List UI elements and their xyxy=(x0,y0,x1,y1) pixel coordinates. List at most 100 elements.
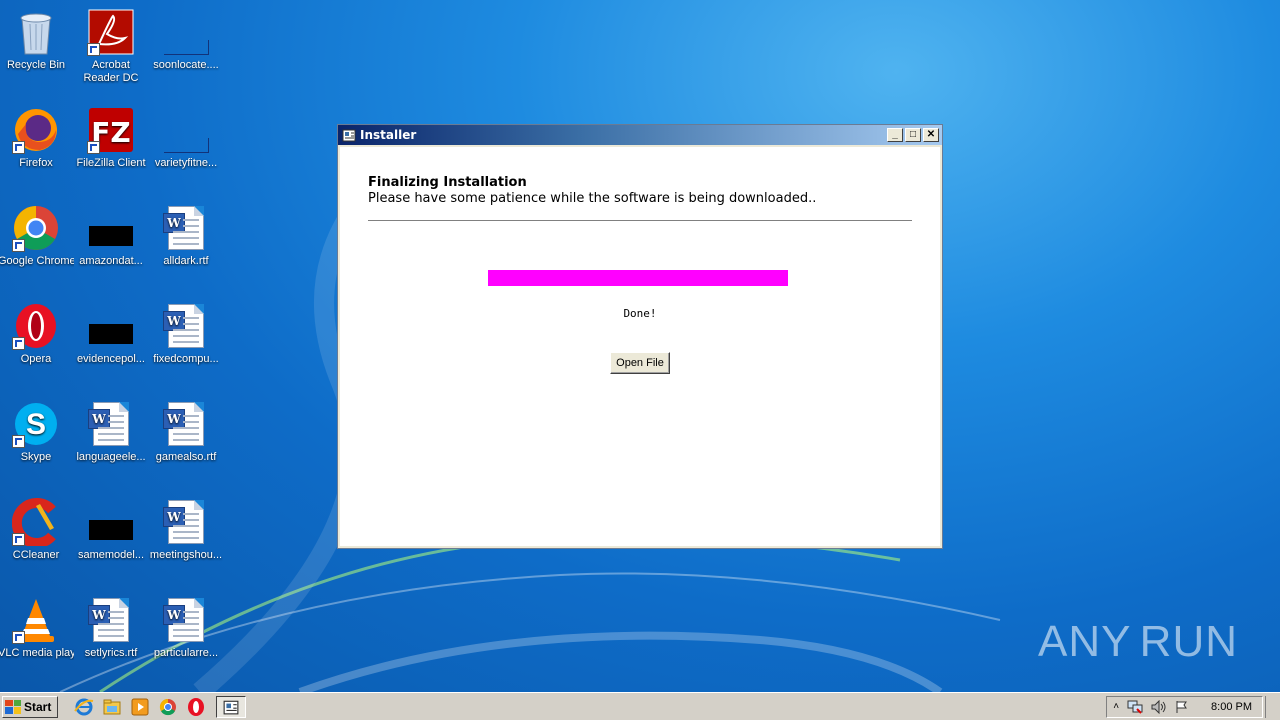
word-document-icon: W xyxy=(163,598,204,642)
desktop-icon-label: samemodel... xyxy=(77,549,145,561)
desktop-icon-label: fixedcompu... xyxy=(153,353,219,365)
desktop-icon-label: CCleaner xyxy=(12,549,60,561)
desktop-icon-label: soonlocate.... xyxy=(153,59,219,71)
shortcut-arrow-icon xyxy=(12,337,25,350)
status-text: Done! xyxy=(623,307,657,320)
shortcut-arrow-icon xyxy=(87,43,100,56)
desktop-icon-label: Opera xyxy=(20,353,52,365)
file-icon xyxy=(164,138,209,153)
media-player-icon[interactable] xyxy=(130,697,150,717)
taskbar-item-installer[interactable] xyxy=(216,695,247,718)
installer-heading: Finalizing Installation xyxy=(368,175,527,190)
file-icon xyxy=(164,40,209,55)
volume-icon[interactable] xyxy=(1151,699,1167,714)
desktop-icon-particularre[interactable]: W particularre... xyxy=(148,596,224,660)
installer-icon xyxy=(342,129,356,142)
taskbar: Start ˄ 8:00 PM xyxy=(0,692,1280,720)
word-document-icon: W xyxy=(163,304,204,348)
desktop-icon-chrome[interactable]: Google Chrome xyxy=(0,204,74,268)
word-document-icon: W xyxy=(163,206,204,250)
desktop-icon-meetingshou[interactable]: W meetingshou... xyxy=(148,498,224,562)
minimize-icon: _ xyxy=(892,129,898,140)
opera-taskbar-icon[interactable] xyxy=(186,697,206,717)
desktop-icon-varietyfitne[interactable]: varietyfitne... xyxy=(148,106,224,170)
desktop-icon-label: particularre... xyxy=(153,647,219,659)
desktop-icon-label: varietyfitne... xyxy=(154,157,218,169)
desktop-icon-vlc[interactable]: VLC media player xyxy=(0,596,74,660)
word-document-icon: W xyxy=(163,402,204,446)
open-file-button[interactable]: Open File xyxy=(610,352,670,374)
desktop-icon-label: setlyrics.rtf xyxy=(84,647,138,659)
shortcut-arrow-icon xyxy=(12,239,25,252)
word-document-icon: W xyxy=(88,402,129,446)
file-icon xyxy=(89,520,133,540)
shortcut-arrow-icon xyxy=(12,435,25,448)
close-button[interactable]: ✕ xyxy=(923,128,939,142)
close-icon: ✕ xyxy=(926,129,936,140)
desktop-icon-label: Google Chrome xyxy=(0,255,74,267)
desktop-icon-label: evidencepol... xyxy=(77,353,145,365)
installer-taskbar-icon xyxy=(223,700,239,714)
watermark-text-right: RUN xyxy=(1139,617,1238,666)
network-icon[interactable] xyxy=(1127,700,1143,714)
shortcut-arrow-icon xyxy=(12,533,25,546)
shortcut-arrow-icon xyxy=(12,141,25,154)
svg-text:S: S xyxy=(26,408,46,441)
shortcut-arrow-icon xyxy=(87,141,100,154)
recycle-bin-icon xyxy=(20,13,52,55)
desktop-icon-acrobat[interactable]: Acrobat Reader DC xyxy=(73,8,149,85)
minimize-button[interactable]: _ xyxy=(887,128,903,142)
desktop-icon-opera[interactable]: Opera xyxy=(0,302,74,366)
chrome-taskbar-icon[interactable] xyxy=(158,697,178,717)
windows-logo-icon xyxy=(5,699,21,714)
watermark-text-left: ANY xyxy=(1038,617,1132,666)
word-document-icon: W xyxy=(88,598,129,642)
clock[interactable]: 8:00 PM xyxy=(1211,701,1252,713)
desktop-icon-setlyrics[interactable]: W setlyrics.rtf xyxy=(73,596,149,660)
desktop-icon-firefox[interactable]: Firefox xyxy=(0,106,74,170)
separator xyxy=(368,220,912,222)
installer-subheading: Please have some patience while the soft… xyxy=(368,191,817,206)
desktop-icon-ccleaner[interactable]: CCleaner xyxy=(0,498,74,562)
progress-bar xyxy=(488,270,788,286)
desktop-icon-evidencepol[interactable]: evidencepol... xyxy=(73,302,149,366)
desktop-icon-alldark[interactable]: W alldark.rtf xyxy=(148,204,224,268)
file-icon xyxy=(89,226,133,246)
desktop-icon-skype[interactable]: S Skype xyxy=(0,400,74,464)
maximize-button[interactable]: □ xyxy=(905,128,921,142)
installer-title: Installer xyxy=(360,128,417,142)
desktop-icon-label: VLC media player xyxy=(0,647,74,659)
file-icon xyxy=(89,324,133,344)
desktop-icon-recycle-bin[interactable]: Recycle Bin xyxy=(0,8,74,72)
desktop-icon-fixedcompu[interactable]: W fixedcompu... xyxy=(148,302,224,366)
show-desktop-button[interactable] xyxy=(1265,695,1280,718)
desktop-icon-filezilla[interactable]: FZ FileZilla Client xyxy=(73,106,149,170)
desktop-icon-label: Recycle Bin xyxy=(6,59,66,71)
desktop-icon-label: Acrobat Reader DC xyxy=(83,59,139,84)
desktop-icon-languageele[interactable]: W languageele... xyxy=(73,400,149,464)
installer-window: Installer _ □ ✕ Finalizing Installation … xyxy=(337,124,943,549)
desktop-icon-label: FileZilla Client xyxy=(76,157,146,169)
maximize-icon: □ xyxy=(909,129,917,140)
system-tray: ˄ 8:00 PM xyxy=(1106,695,1263,718)
desktop-icon-samemodel[interactable]: samemodel... xyxy=(73,498,149,562)
desktop-icon-label: Skype xyxy=(20,451,52,463)
action-center-flag-icon[interactable] xyxy=(1175,700,1189,714)
tray-expand-icon[interactable]: ˄ xyxy=(1113,701,1119,712)
internet-explorer-icon[interactable] xyxy=(74,697,94,717)
quick-launch xyxy=(74,697,206,717)
start-label: Start xyxy=(24,699,52,714)
desktop-icon-soonlocate[interactable]: soonlocate.... xyxy=(148,8,224,72)
desktop-icon-gamealso[interactable]: W gamealso.rtf xyxy=(148,400,224,464)
shortcut-arrow-icon xyxy=(12,631,25,644)
progress-fill xyxy=(488,270,788,286)
desktop-icon-label: Firefox xyxy=(19,157,53,169)
file-explorer-icon[interactable] xyxy=(102,697,122,717)
installer-titlebar[interactable]: Installer _ □ ✕ xyxy=(338,125,942,145)
word-document-icon: W xyxy=(163,500,204,544)
start-button[interactable]: Start xyxy=(2,695,59,718)
desktop-icon-label: gamealso.rtf xyxy=(155,451,217,463)
desktop-icon-amazondat[interactable]: amazondat... xyxy=(73,204,149,268)
installer-client-area: Finalizing Installation Please have some… xyxy=(340,147,940,546)
desktop-icon-label: meetingshou... xyxy=(149,549,223,561)
